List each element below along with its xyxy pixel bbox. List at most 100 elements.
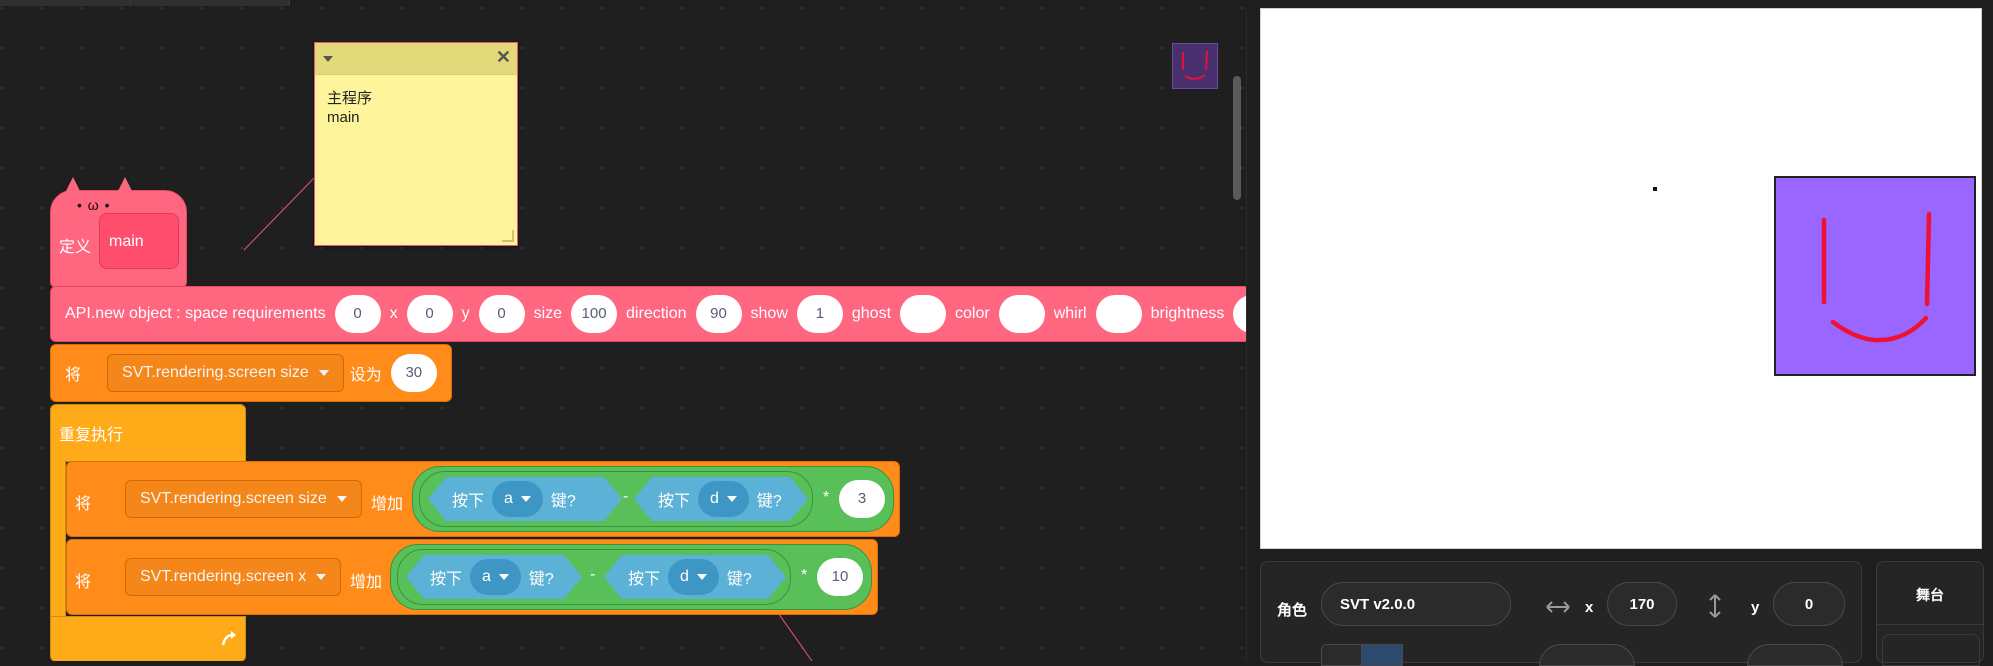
key-pressed-sensing-d[interactable]: 按下 d 键?	[604, 555, 786, 599]
comment-text[interactable]: 主程序 main	[315, 75, 517, 141]
api-new-object-block[interactable]: API.new object : space requirements 0 x …	[50, 286, 1246, 342]
forever-label: 重复执行	[59, 427, 124, 444]
hide-sprite-toggle[interactable]	[1361, 644, 1403, 666]
comment-line: main	[327, 109, 360, 126]
sprite-thumbnail[interactable]	[1172, 43, 1218, 89]
variable-name: SVT.rendering.screen size	[140, 490, 327, 507]
key-pressed-prefix: 按下	[658, 493, 691, 510]
collapse-caret-icon[interactable]	[323, 56, 333, 62]
multiply-operator[interactable]: 按下 a 键? - 按下 d 键? * 3	[412, 466, 894, 532]
key-pressed-prefix: 按下	[628, 571, 661, 588]
set-prefix: 将	[65, 367, 82, 384]
comment-line: 主程序	[327, 90, 373, 107]
variable-name: SVT.rendering.screen x	[140, 568, 307, 585]
forever-footer[interactable]	[50, 616, 246, 661]
resize-handle-icon[interactable]	[502, 230, 514, 242]
x-field[interactable]: 170	[1607, 582, 1677, 626]
stage-canvas[interactable]	[1260, 8, 1982, 549]
key-pressed-prefix: 按下	[430, 571, 463, 588]
x-label: x	[1585, 599, 1594, 616]
close-icon[interactable]: ✕	[496, 47, 511, 68]
define-label: 定义	[59, 239, 92, 256]
stage-pen-dot	[1653, 187, 1657, 191]
key-pressed-sensing-a[interactable]: 按下 a 键?	[428, 477, 622, 521]
key-dropdown[interactable]: d	[668, 559, 719, 595]
vertical-arrows-icon	[1709, 594, 1721, 618]
size-field[interactable]	[1539, 644, 1635, 666]
key-pressed-prefix: 按下	[452, 493, 485, 510]
cat-ear-icon	[63, 177, 83, 197]
y-label: y	[1751, 599, 1760, 616]
forever-block[interactable]: 重复执行	[50, 404, 246, 462]
api-field-input[interactable]: 0	[334, 295, 381, 333]
variable-dropdown[interactable]: SVT.rendering.screen size	[107, 354, 344, 392]
brightness-input[interactable]	[1233, 295, 1246, 333]
loop-arrow-icon	[221, 631, 236, 646]
workspace-scrollbar[interactable]	[1233, 76, 1241, 200]
stage-divider	[1877, 624, 1983, 625]
key-dropdown[interactable]: a	[492, 481, 543, 517]
chevron-down-icon	[697, 574, 707, 580]
api-field-label: direction	[626, 305, 687, 322]
chevron-down-icon	[318, 370, 329, 376]
whirl-input[interactable]	[1095, 295, 1142, 333]
sprite-on-stage[interactable]	[1774, 176, 1976, 376]
code-workspace[interactable]: ✕ 主程序 main • ω • 定义 main API.new object …	[0, 6, 1247, 661]
variable-name: SVT.rendering.screen size	[122, 364, 309, 381]
api-field-label: size	[533, 305, 563, 322]
chevron-down-icon	[727, 496, 737, 502]
sprite-info-panel: 角色 SVT v2.0.0 x 170 y 0	[1260, 561, 1862, 666]
subtract-operator[interactable]: 按下 a 键? - 按下 d 键?	[419, 471, 813, 527]
x-input[interactable]: 0	[406, 295, 453, 333]
change-verb: 增加	[371, 496, 404, 513]
change-size-block[interactable]: 将 SVT.rendering.screen size 增加 按下 a 键? -…	[66, 461, 900, 537]
key-dropdown[interactable]: a	[470, 559, 521, 595]
color-input[interactable]	[998, 295, 1045, 333]
direction-input[interactable]: 90	[695, 295, 742, 333]
sprite-label: 角色	[1277, 602, 1308, 619]
change-prefix: 将	[75, 574, 92, 591]
set-value-input[interactable]: 30	[390, 354, 437, 392]
chevron-down-icon	[316, 574, 327, 580]
api-field-label: y	[461, 305, 470, 322]
change-verb: 增加	[350, 574, 383, 591]
chevron-down-icon	[521, 496, 531, 502]
key-pressed-suffix: 键?	[756, 493, 782, 510]
key-pressed-suffix: 键?	[726, 571, 752, 588]
direction-field[interactable]	[1747, 644, 1843, 666]
key-name: a	[482, 568, 491, 585]
cat-face: • ω •	[77, 197, 111, 213]
variable-dropdown[interactable]: SVT.rendering.screen x	[125, 558, 342, 596]
key-dropdown[interactable]: d	[698, 481, 749, 517]
comment-note[interactable]: ✕ 主程序 main	[314, 42, 518, 246]
change-prefix: 将	[75, 496, 92, 513]
stage-thumbnail[interactable]	[1882, 634, 1980, 666]
factor-input[interactable]: 3	[839, 480, 885, 518]
change-x-block[interactable]: 将 SVT.rendering.screen x 增加 按下 a 键? - 按下…	[66, 539, 878, 615]
variable-dropdown[interactable]: SVT.rendering.screen size	[125, 480, 362, 518]
size-input[interactable]: 100	[571, 295, 618, 333]
define-hat-block[interactable]: • ω • 定义 main	[50, 177, 187, 288]
sprite-name-field[interactable]: SVT v2.0.0	[1321, 582, 1511, 626]
key-pressed-sensing-a[interactable]: 按下 a 键?	[406, 555, 582, 599]
chevron-down-icon	[499, 574, 509, 580]
y-input[interactable]: 0	[478, 295, 525, 333]
y-field[interactable]: 0	[1773, 582, 1845, 626]
stage-label: 舞台	[1916, 587, 1944, 603]
key-name: d	[710, 490, 719, 507]
api-field-label: brightness	[1150, 305, 1225, 322]
show-input[interactable]: 1	[796, 295, 843, 333]
api-field-label: show	[750, 305, 788, 322]
procedure-name-input[interactable]: main	[99, 213, 179, 269]
factor-input[interactable]: 10	[817, 558, 863, 596]
subtract-operator[interactable]: 按下 a 键? - 按下 d 键?	[397, 549, 791, 605]
set-variable-block[interactable]: 将 SVT.rendering.screen size 设为 30	[50, 344, 452, 402]
sprite-drawing-icon	[1821, 211, 1932, 343]
key-pressed-sensing-d[interactable]: 按下 d 键?	[634, 477, 808, 521]
cat-ear-icon	[115, 177, 135, 197]
multiply-operator[interactable]: 按下 a 键? - 按下 d 键? * 10	[390, 544, 872, 610]
show-sprite-toggle[interactable]	[1321, 644, 1363, 666]
ghost-input[interactable]	[900, 295, 947, 333]
comment-header[interactable]: ✕	[315, 43, 517, 75]
stage-selector-panel[interactable]: 舞台	[1876, 561, 1984, 666]
